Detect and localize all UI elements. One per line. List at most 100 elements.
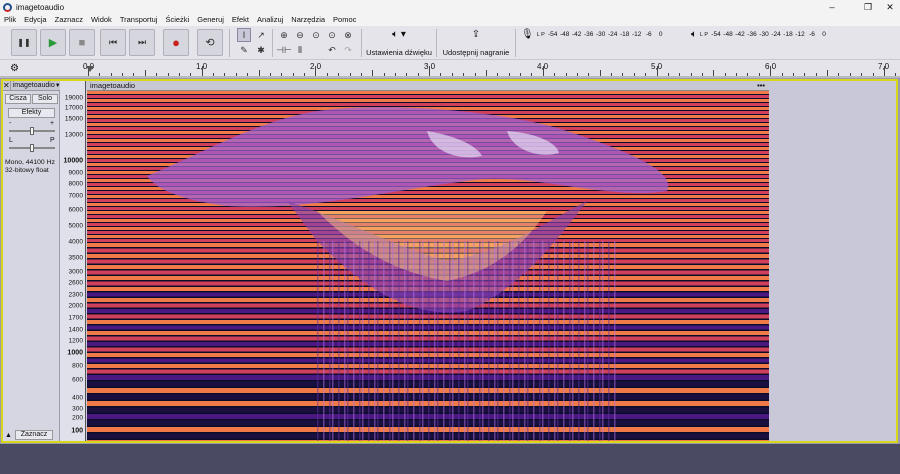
ruler-tick xyxy=(201,66,203,76)
skip-to-end-button[interactable]: ⏭ xyxy=(129,29,155,56)
audio-setup-button[interactable]: 🔈︎ ▾ Ustawienia dźwięku xyxy=(366,29,432,57)
multi-tool-icon[interactable]: ✱ xyxy=(254,43,268,57)
play-icon: ▶ xyxy=(48,37,58,49)
playback-speaker-icon: 🔈︎ xyxy=(691,29,697,40)
redo-icon[interactable]: ↷ xyxy=(341,43,355,57)
timeline-options-gear-icon[interactable]: ⚙ xyxy=(10,63,19,74)
ruler-tick xyxy=(190,73,192,76)
clip-title-bar[interactable]: imagetoaudio ••• xyxy=(87,81,769,91)
trim-audio-icon[interactable]: ⊣⊢ xyxy=(276,43,292,57)
select-track-button[interactable]: Zaznacz xyxy=(15,430,53,440)
effects-button[interactable]: Efekty xyxy=(8,108,55,118)
spectrogram-vertical-streak xyxy=(359,241,361,441)
menu-narzedzia[interactable]: Narzędzia xyxy=(287,14,329,26)
frequency-label: 15000 xyxy=(64,115,83,123)
menu-generuj[interactable]: Generuj xyxy=(193,14,228,26)
maximize-button[interactable]: ❐ xyxy=(858,0,878,14)
close-button[interactable]: ✕ xyxy=(880,0,900,14)
pan-slider[interactable] xyxy=(9,144,55,152)
track-header: ✕ imagetoaudio ▼ xyxy=(3,81,61,91)
menu-zaznacz[interactable]: Zaznacz xyxy=(51,14,87,26)
spectrogram-vertical-streak xyxy=(554,241,556,441)
ruler-tick xyxy=(440,73,442,76)
spectrogram-vertical-streak xyxy=(392,241,394,441)
track-close-button[interactable]: ✕ xyxy=(3,81,11,90)
pan-left-label: L xyxy=(9,137,13,144)
minimize-button[interactable]: – xyxy=(822,0,842,14)
pan-slider-thumb[interactable] xyxy=(30,144,34,152)
track-area: ✕ imagetoaudio ▼ Cisza Solo Efekty - + L… xyxy=(0,78,900,444)
spectrogram-vertical-streak xyxy=(434,241,436,441)
ruler-tick xyxy=(304,73,306,76)
spectrogram-vertical-streak xyxy=(362,241,364,441)
spectrogram-vertical-streak xyxy=(599,241,601,441)
zoom-toggle-icon[interactable]: ⊗ xyxy=(341,28,355,42)
ruler-tick xyxy=(315,66,317,76)
spectrogram-vertical-streak xyxy=(548,241,550,441)
meter-tick: -30 xyxy=(596,31,606,38)
play-button[interactable]: ▶ xyxy=(40,29,66,56)
spectrogram-band xyxy=(87,91,769,94)
meter-tick: -6 xyxy=(809,31,815,38)
menu-pomoc[interactable]: Pomoc xyxy=(329,14,360,26)
playback-meter[interactable]: 🔈︎ L P -54 -48 -42 -36 -30 -24 -18 -12 -6 0 xyxy=(691,28,830,41)
playhead-marker[interactable] xyxy=(86,66,94,72)
frequency-label: 600 xyxy=(72,376,83,384)
collapse-track-icon[interactable]: ▲ xyxy=(5,432,12,439)
ruler-tick xyxy=(247,73,249,76)
ruler-tick xyxy=(781,73,783,76)
timeline-ruler[interactable]: ⚙ 0,0 1,0 2,0 3,0 4,0 5,0 6,0 7,0 xyxy=(0,60,900,77)
gain-plus-label: + xyxy=(50,120,55,127)
spectrogram-vertical-streak xyxy=(428,241,430,441)
gain-slider[interactable] xyxy=(9,127,55,135)
ruler-tick xyxy=(349,73,351,76)
solo-button[interactable]: Solo xyxy=(32,94,58,104)
zoom-in-icon[interactable]: ⊕ xyxy=(277,28,291,42)
mute-button[interactable]: Cisza xyxy=(5,94,31,104)
menu-plik[interactable]: Plik xyxy=(0,14,20,26)
meter-tick: 0 xyxy=(658,31,663,38)
record-meter-channels: L P xyxy=(536,31,545,38)
menu-analizuj[interactable]: Analizuj xyxy=(253,14,287,26)
menu-transportuj[interactable]: Transportuj xyxy=(116,14,162,26)
audio-clip[interactable]: imagetoaudio ••• xyxy=(87,81,769,441)
menu-widok[interactable]: Widok xyxy=(87,14,116,26)
zoom-out-icon[interactable]: ⊖ xyxy=(293,28,307,42)
envelope-tool-icon[interactable]: ↗ xyxy=(254,28,268,42)
silence-audio-icon[interactable]: ⫴ xyxy=(293,43,307,57)
record-meter[interactable]: 🎙︎ L P -54 -48 -42 -36 -30 -24 -18 -12 -6 0 xyxy=(521,28,667,41)
share-audio-button[interactable]: ⇪ Udostępnij nagranie xyxy=(441,29,511,57)
ruler-tick xyxy=(269,73,271,76)
spectrogram[interactable] xyxy=(87,91,769,441)
spectrogram-vertical-streak xyxy=(449,241,451,441)
loop-button[interactable]: ⟲ xyxy=(197,29,223,56)
spectrogram-vertical-streak xyxy=(377,241,379,441)
ruler-tick xyxy=(394,73,396,76)
pause-button[interactable]: ❚❚ xyxy=(11,29,37,56)
gain-slider-thumb[interactable] xyxy=(30,127,34,135)
selection-tool-icon[interactable]: I xyxy=(237,28,251,42)
meter-tick: -12 xyxy=(632,31,642,38)
ruler-tick xyxy=(872,73,874,76)
track-name-menu[interactable]: imagetoaudio xyxy=(11,82,55,89)
ruler-tick xyxy=(701,73,703,76)
frequency-scale[interactable]: 19000 17000 15000 13000 10000 9000 8000 7000 600… xyxy=(60,81,86,441)
record-button[interactable]: ● xyxy=(163,29,189,56)
frequency-label: 4000 xyxy=(68,238,83,246)
skip-to-start-button[interactable]: ⏮ xyxy=(100,29,126,56)
stop-button[interactable]: ■ xyxy=(69,29,95,56)
menu-sciezki[interactable]: Ścieżki xyxy=(161,14,193,26)
ruler-tick xyxy=(485,70,487,76)
fit-selection-icon[interactable]: ⊙ xyxy=(309,28,323,42)
clip-menu-icon[interactable]: ••• xyxy=(757,81,765,91)
menu-efekt[interactable]: Efekt xyxy=(228,14,253,26)
ruler-tick xyxy=(690,73,692,76)
ruler-tick xyxy=(292,73,294,76)
frequency-label: 2300 xyxy=(68,291,83,299)
undo-icon[interactable]: ↶ xyxy=(325,43,339,57)
menu-edycja[interactable]: Edycja xyxy=(20,14,51,26)
draw-tool-icon[interactable]: ✎ xyxy=(237,43,251,57)
track-bitdepth-info: 32-bitowy float xyxy=(5,167,49,174)
fit-project-icon[interactable]: ⊙ xyxy=(325,28,339,42)
frequency-label: 300 xyxy=(72,405,83,413)
